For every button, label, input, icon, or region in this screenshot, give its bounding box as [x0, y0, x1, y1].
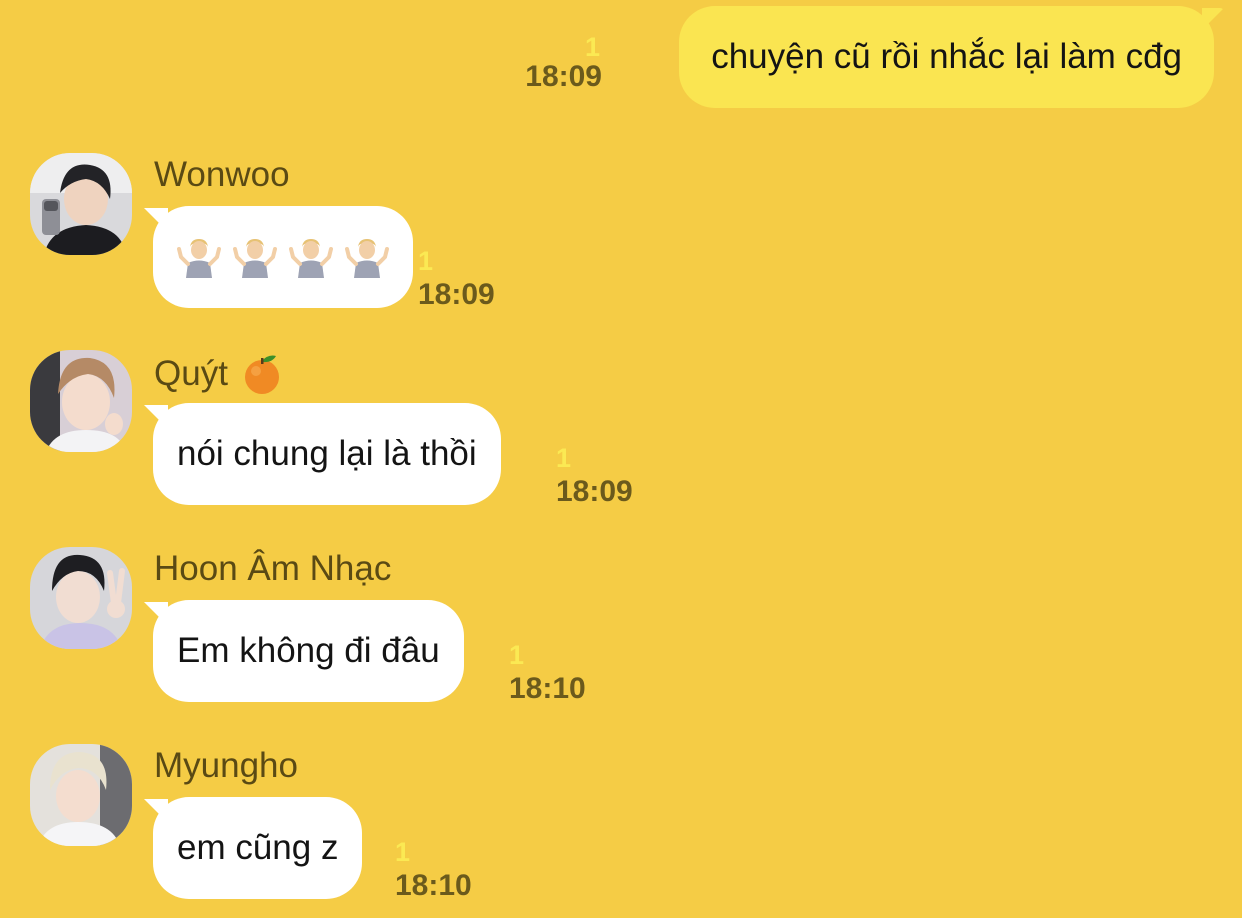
tangerine-icon: [244, 355, 279, 394]
unread-count: 1: [584, 32, 600, 62]
message-row-incoming: Hoon Âm Nhạc Em không đi đâu 1 18:10: [0, 544, 1242, 714]
emoji-row: [177, 235, 389, 279]
avatar[interactable]: [30, 547, 132, 649]
message-row-incoming: Wonwoo 1 18:09: [0, 150, 1242, 320]
message-text: Em không đi đâu: [177, 631, 440, 670]
sender-name: Quýt: [154, 352, 282, 396]
sender-name-text: Myungho: [154, 746, 298, 785]
person-shrugging-icon: [177, 239, 221, 278]
message-time: 18:10: [509, 672, 586, 705]
sender-name: Myungho: [154, 746, 298, 786]
message-meta: 1 18:09: [556, 445, 633, 507]
message-meta: 1 18:09: [418, 248, 495, 310]
incoming-message-bubble[interactable]: [153, 206, 413, 308]
person-shrugging-icon: [345, 239, 389, 278]
message-meta: 1 18:10: [509, 642, 586, 704]
unread-count: 1: [556, 443, 572, 473]
message-text: em cũng z: [177, 828, 339, 867]
sender-name-text: Hoon Âm Nhạc: [154, 549, 392, 588]
sender-name: Hoon Âm Nhạc: [154, 549, 391, 589]
avatar-photo-icon: [30, 547, 132, 649]
avatar-photo-icon: [30, 350, 132, 452]
person-shrugging-icon: [289, 239, 333, 278]
incoming-message-bubble[interactable]: em cũng z: [153, 797, 363, 899]
unread-count: 1: [395, 837, 411, 867]
sender-name-text: Quýt: [154, 354, 228, 393]
message-row-incoming: Quýt nói chung lại là thồi 1 18:09: [0, 347, 1242, 517]
incoming-message-bubble[interactable]: nói chung lại là thồi: [153, 403, 501, 505]
message-time: 18:09: [418, 278, 495, 311]
message-time: 18:09: [525, 60, 602, 93]
person-shrugging-icon: [233, 239, 277, 278]
message-row-outgoing: 1 18:09 chuyện cũ rồi nhắc lại làm cđg: [0, 0, 1242, 120]
unread-count: 1: [418, 246, 434, 276]
sender-name: Wonwoo: [154, 155, 290, 195]
avatar-photo-icon: [30, 153, 132, 255]
unread-count: 1: [509, 640, 525, 670]
message-row-incoming: Myungho em cũng z 1 18:10: [0, 741, 1242, 918]
avatar[interactable]: [30, 744, 132, 846]
message-time: 18:09: [556, 475, 633, 508]
message-text: chuyện cũ rồi nhắc lại làm cđg: [711, 37, 1182, 76]
message-time: 18:10: [395, 869, 472, 902]
message-text: nói chung lại là thồi: [177, 434, 477, 473]
avatar[interactable]: [30, 153, 132, 255]
avatar[interactable]: [30, 350, 132, 452]
avatar-photo-icon: [30, 744, 132, 846]
outgoing-message-bubble[interactable]: chuyện cũ rồi nhắc lại làm cđg: [679, 6, 1214, 108]
message-meta: 1 18:09: [525, 34, 602, 92]
message-meta: 1 18:10: [395, 839, 472, 901]
incoming-message-bubble[interactable]: Em không đi đâu: [153, 600, 464, 702]
sender-name-text: Wonwoo: [154, 155, 290, 194]
